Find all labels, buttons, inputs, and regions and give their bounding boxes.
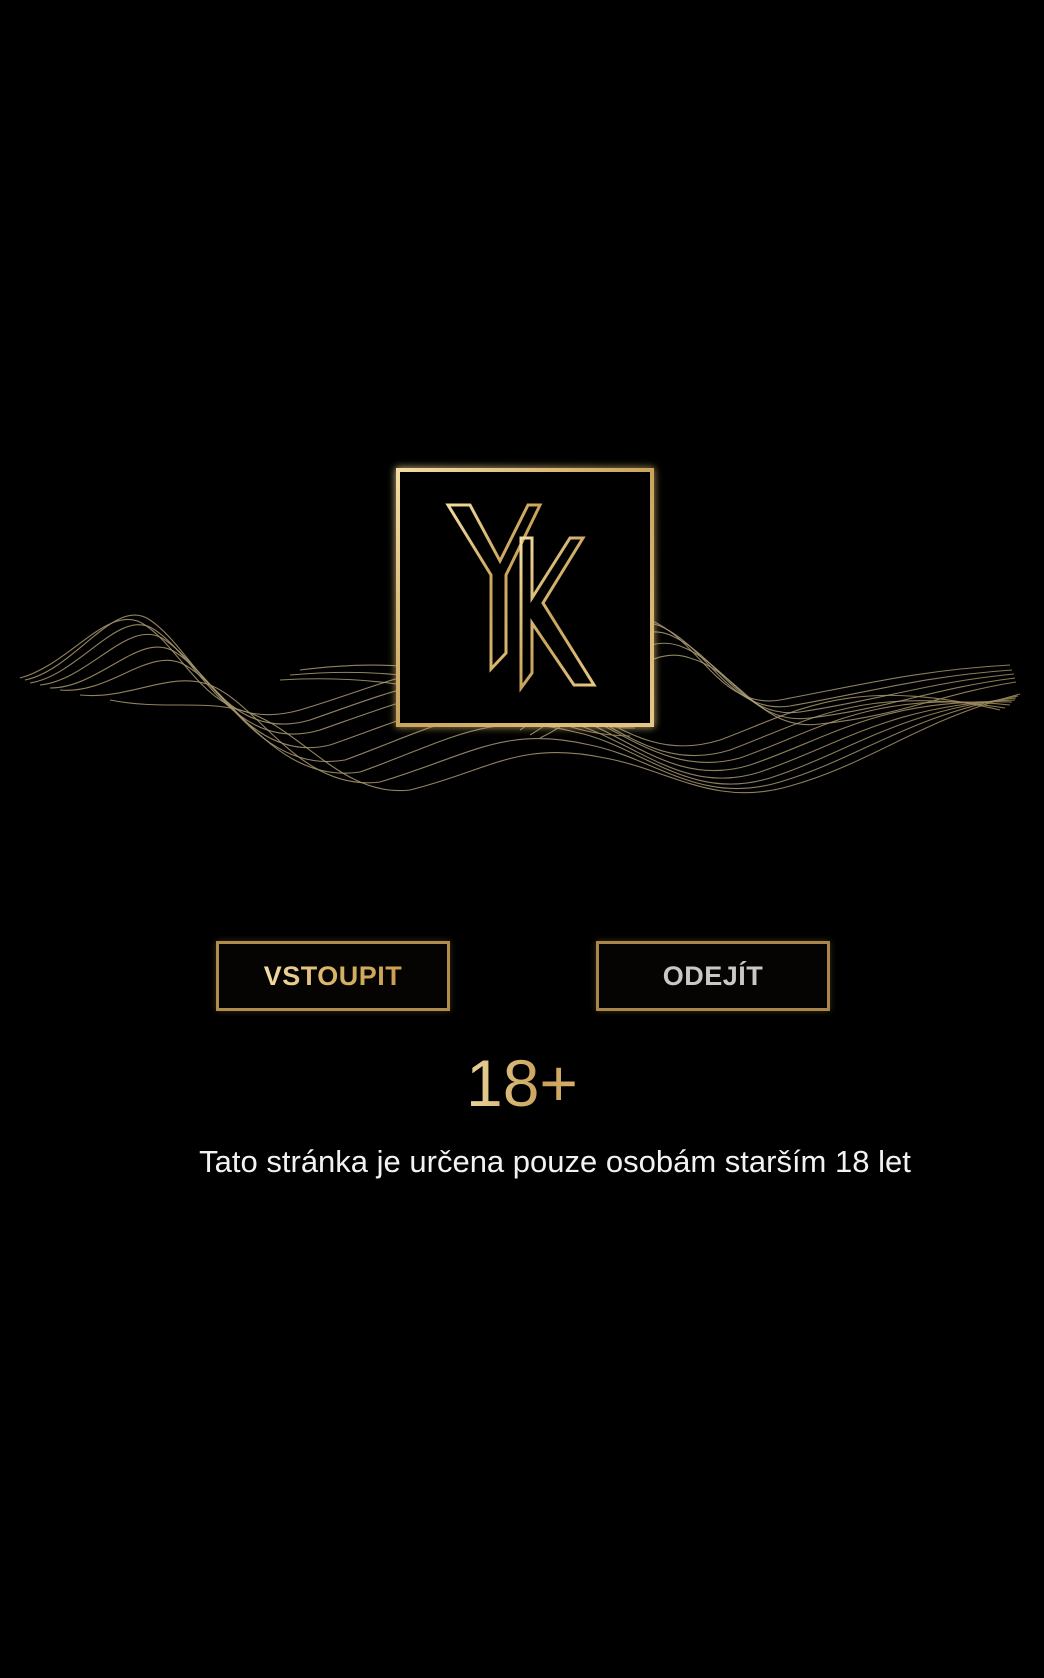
age-notice-text: Tato stránka je určena pouze osobám star… [199,1144,911,1179]
leave-button[interactable]: ODEJÍT [596,941,830,1011]
brand-logo [378,453,678,753]
leave-button-label: ODEJÍT [662,960,764,991]
age-gate-page: VSTOUPIT ODEJÍT 18+ Tato stránka je urče… [0,0,1044,1678]
yk-monogram-icon [396,468,654,727]
age-restriction-badge: 18+ [0,1045,1044,1121]
enter-button-label: VSTOUPIT [263,960,403,991]
enter-button[interactable]: VSTOUPIT [216,941,450,1011]
